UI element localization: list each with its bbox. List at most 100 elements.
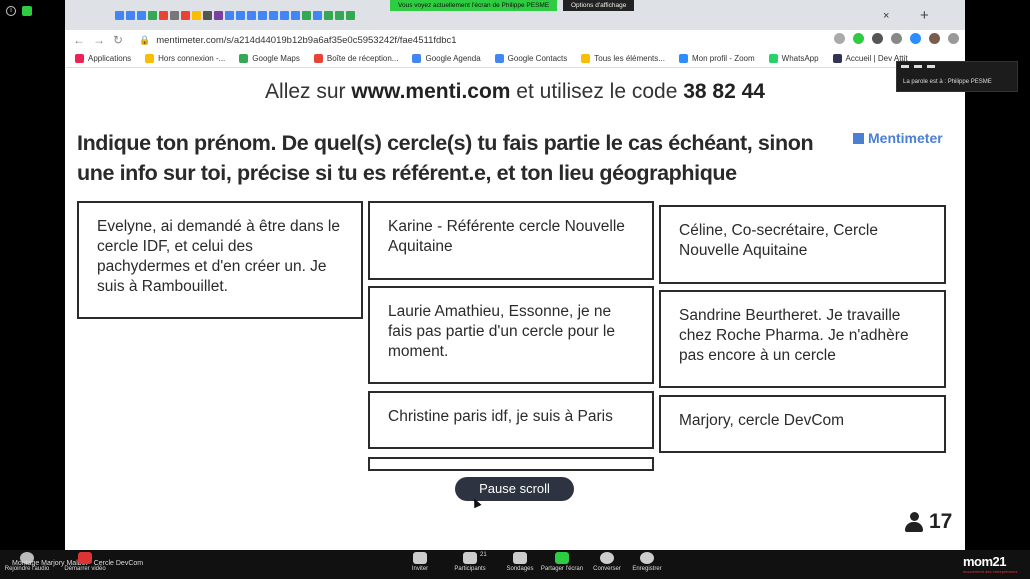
url-field[interactable]: mentimeter.com/s/a214d44019b12b9a6af35e0… (156, 35, 456, 46)
tab-icon[interactable] (324, 10, 333, 20)
response-card: Evelyne, ai demandé à être dans le cercl… (77, 201, 363, 319)
join-mid: et utilisez le code (510, 80, 684, 103)
tab-icon[interactable] (258, 10, 267, 20)
tab-icon[interactable] (302, 10, 311, 20)
join-code: 38 82 44 (683, 80, 765, 103)
share-screen-icon (555, 552, 569, 564)
tab-icon[interactable] (247, 10, 256, 20)
logo-text: Mentimeter (868, 130, 943, 146)
tab-icon[interactable] (126, 10, 135, 20)
star-icon[interactable] (834, 33, 845, 44)
forward-icon[interactable]: → (93, 33, 113, 47)
chat-button[interactable]: Converser (590, 552, 624, 572)
tab-icon[interactable] (181, 10, 190, 20)
polls-label: Sondages (506, 566, 534, 572)
screen: i Vous voyez actuellement l'écran de Phi… (0, 0, 1030, 579)
bookmarks-bar: Applications Hors connexion -... Google Ma… (65, 50, 965, 68)
extension-icon[interactable] (872, 33, 883, 44)
reload-icon[interactable]: ↻ (113, 33, 133, 47)
screen-share-banner: Vous voyez actuellement l'écran de Phili… (390, 0, 558, 11)
tab-bar: Vous voyez actuellement l'écran de Phili… (65, 0, 965, 30)
lock-icon (22, 6, 32, 16)
tab-icon[interactable] (346, 10, 355, 20)
bookmark-item[interactable]: Boîte de réception... (313, 54, 399, 63)
active-speaker-panel[interactable]: La parole est à : Philippe PESME (896, 61, 1018, 92)
bookmark-item[interactable]: WhatsApp (768, 54, 819, 63)
join-prefix: Allez sur (265, 80, 352, 103)
response-card (368, 457, 654, 471)
tab-icon[interactable] (170, 10, 179, 20)
tab-icon[interactable] (214, 10, 223, 20)
polls-button[interactable]: Sondages (502, 552, 538, 572)
extension-icon[interactable] (910, 33, 921, 44)
bookmark-item[interactable]: Applications (75, 54, 131, 63)
bookmark-item[interactable]: Google Agenda (412, 54, 481, 63)
join-instructions: Allez sur www.menti.com et utilisez le c… (65, 80, 965, 104)
response-card: Céline, Co-secrétaire, Cercle Nouvelle A… (659, 205, 946, 284)
close-tab-icon[interactable]: × (883, 10, 889, 22)
tab-icon[interactable] (236, 10, 245, 20)
tab-icon[interactable] (225, 10, 234, 20)
tab-icon[interactable] (280, 10, 289, 20)
tab-icon[interactable] (148, 10, 157, 20)
bookmark-label: Tous les éléments... (594, 54, 665, 63)
record-icon (640, 552, 654, 564)
menu-icon[interactable] (927, 65, 935, 68)
start-video-button[interactable]: Démarrer vidéo (60, 552, 110, 572)
zoom-toolbar: Rejoindre l'audio Montage Marjory Malbot… (0, 550, 1030, 579)
menu-icon[interactable] (948, 33, 959, 44)
record-label: Enregistrer (632, 566, 662, 572)
bookmark-item[interactable]: Mon profil - Zoom (678, 54, 755, 63)
padlock-icon[interactable]: 🔒 (139, 35, 150, 46)
bookmark-label: Mon profil - Zoom (691, 54, 755, 63)
tab-icon[interactable] (269, 10, 278, 20)
tab-icon[interactable] (192, 10, 201, 20)
record-button[interactable]: Enregistrer (628, 552, 666, 572)
extension-icons (834, 33, 959, 44)
participants-count: 21 (480, 552, 487, 558)
speaker-label: La parole est à : Philippe PESME (903, 79, 992, 85)
bookmark-label: Boîte de réception... (326, 54, 399, 63)
tab-icon[interactable] (115, 10, 124, 20)
view-options-button[interactable]: Options d'affichage (563, 0, 635, 11)
tab-icon[interactable] (335, 10, 344, 20)
response-card: Karine - Référente cercle Nouvelle Aquit… (368, 201, 654, 280)
pause-scroll-button[interactable]: Pause scroll (455, 477, 574, 501)
bookmark-icon (145, 54, 155, 63)
question-title: Indique ton prénom. De quel(s) cercle(s)… (77, 131, 814, 185)
tab-icon[interactable] (313, 10, 322, 20)
response-card: Christine paris idf, je suis à Paris (368, 391, 654, 449)
video-off-icon (78, 552, 92, 564)
new-tab-icon[interactable]: + (920, 7, 929, 24)
tab-icon[interactable] (159, 10, 168, 20)
bookmark-item[interactable]: Google Maps (239, 54, 300, 63)
response-card: Sandrine Beurtheret. Je travaille chez R… (659, 290, 946, 388)
bookmark-item[interactable]: Tous les éléments... (581, 54, 665, 63)
minimize-icon[interactable] (901, 65, 909, 68)
extension-icon[interactable] (891, 33, 902, 44)
invite-button[interactable]: Inviter (405, 552, 435, 572)
bookmark-icon (678, 54, 688, 63)
participants-icon (463, 552, 477, 564)
bookmark-item[interactable]: Google Contacts (494, 54, 567, 63)
info-icon[interactable]: i (6, 6, 16, 16)
tab-icon[interactable] (203, 10, 212, 20)
response-text: Céline, Co-secrétaire, Cercle Nouvelle A… (679, 222, 878, 259)
tab-favicons (115, 10, 355, 20)
mom21-tagline: mouvement des entrepreneurs (963, 569, 1018, 574)
avatar[interactable] (929, 33, 940, 44)
bookmark-icon (239, 54, 249, 63)
response-text: Marjory, cercle DevCom (679, 412, 845, 429)
response-text: Evelyne, ai demandé à être dans le cercl… (97, 218, 340, 295)
share-screen-button[interactable]: Partager l'écran (538, 552, 586, 572)
bookmark-item[interactable]: Hors connexion -... (145, 54, 225, 63)
back-icon[interactable]: ← (73, 33, 93, 47)
view-icon[interactable] (914, 65, 922, 68)
mom21-logo: mom21 (963, 554, 1007, 569)
tab-icon[interactable] (137, 10, 146, 20)
tab-icon[interactable] (291, 10, 300, 20)
response-card: Laurie Amathieu, Essonne, je ne fais pas… (368, 286, 654, 384)
extension-icon[interactable] (853, 33, 864, 44)
zoom-status-icons: i (6, 6, 32, 16)
address-bar: ← → ↻ 🔒 mentimeter.com/s/a214d44019b12b9… (65, 30, 965, 50)
